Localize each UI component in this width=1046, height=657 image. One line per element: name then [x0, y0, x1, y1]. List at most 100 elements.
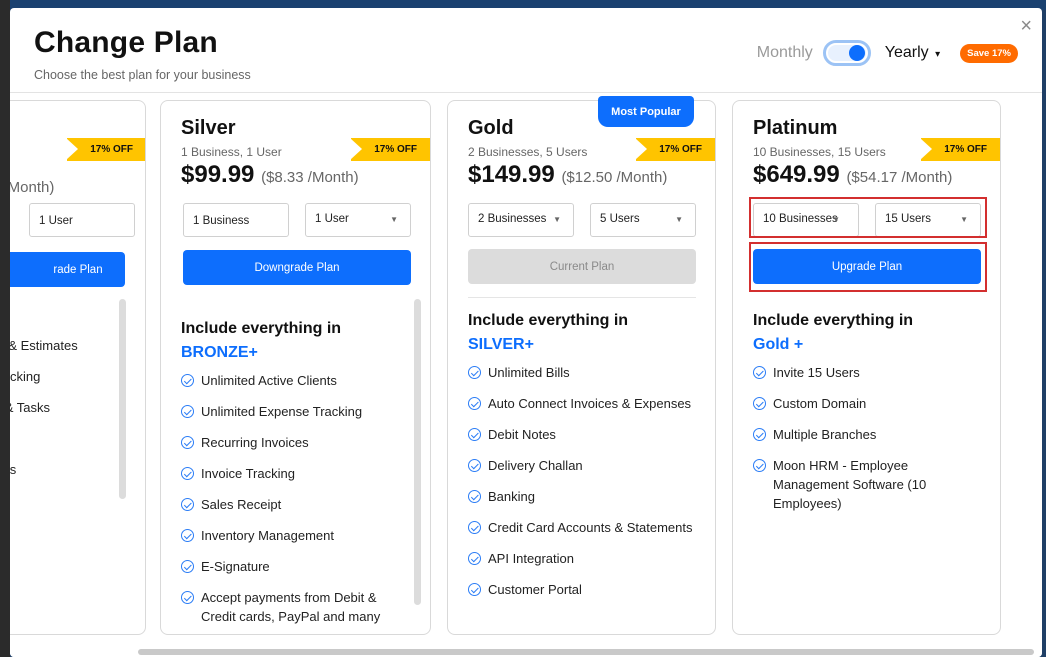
page-subtitle: Choose the best plan for your business	[34, 68, 251, 82]
chevron-down-icon: ▼	[675, 215, 683, 224]
check-circle-icon	[181, 560, 194, 573]
business-select-value: 1 Business	[193, 215, 250, 227]
feature-item: Unlimited Bills	[468, 363, 701, 382]
check-circle-icon	[181, 591, 194, 604]
plan-price-row: $149.99 ($12.50 /Month)	[468, 161, 667, 189]
plan-name: Silver	[181, 117, 236, 139]
plan-meta: 1 Business, 1 User	[181, 145, 282, 159]
horizontal-scrollbar[interactable]	[138, 649, 1034, 655]
feature-item: Recurring Invoices	[181, 433, 408, 452]
feature-label: Invoice Tracking	[201, 466, 295, 481]
check-circle-icon	[181, 436, 194, 449]
billing-toggle[interactable]	[822, 40, 871, 66]
check-circle-icon	[181, 529, 194, 542]
business-select[interactable]: 1 Business	[183, 203, 289, 237]
check-circle-icon	[753, 459, 766, 472]
feature-item: ts & Tasks	[10, 398, 115, 417]
yearly-label: Yearly	[884, 44, 929, 61]
user-select-value: 1 User	[315, 213, 349, 225]
check-circle-icon	[468, 552, 481, 565]
feature-item: es	[10, 429, 115, 448]
page-backdrop-left	[0, 0, 10, 657]
downgrade-plan-button[interactable]: Downgrade Plan	[183, 250, 411, 285]
feature-label: ders	[10, 462, 17, 477]
check-circle-icon	[753, 366, 766, 379]
check-circle-icon	[468, 397, 481, 410]
feature-item: Custom Domain	[753, 394, 986, 413]
check-circle-icon	[468, 583, 481, 596]
features-heading: Include everything in Gold +	[753, 309, 913, 357]
plan-name: Platinum	[753, 117, 838, 139]
feature-item: Multiple Branches	[753, 425, 986, 444]
upgrade-plan-button[interactable]: Upgrade Plan	[753, 249, 981, 284]
features-accent: SILVER+	[468, 336, 534, 353]
upgrade-plan-button[interactable]: rade Plan	[10, 252, 125, 287]
feature-label: Multiple Branches	[773, 427, 877, 442]
feature-label: Unlimited Bills	[488, 365, 570, 380]
feature-label: Debit Notes	[488, 427, 556, 442]
check-circle-icon	[753, 428, 766, 441]
feature-item: Sales Receipt	[181, 495, 408, 514]
chevron-down-icon: ▼	[960, 215, 968, 224]
feature-item: Auto Connect Invoices & Expenses	[468, 394, 701, 413]
scrollbar[interactable]	[414, 299, 421, 605]
discount-ribbon: 17% OFF	[66, 138, 145, 161]
feature-label: Banking	[488, 489, 535, 504]
yearly-dropdown[interactable]: Yearly ▾	[885, 44, 940, 62]
check-circle-icon	[468, 490, 481, 503]
user-select[interactable]: 15 Users ▼	[875, 203, 981, 237]
user-select[interactable]: 1 User ▼	[305, 203, 411, 237]
feature-item: Delivery Challan	[468, 456, 701, 475]
user-select[interactable]: 5 Users ▼	[590, 203, 696, 237]
check-circle-icon	[468, 366, 481, 379]
check-circle-icon	[181, 374, 194, 387]
user-select-value: 1 User	[39, 215, 73, 227]
feature-list: Invite 15 Users Custom Domain Multiple Bra…	[753, 363, 986, 525]
feature-item: Tracking	[10, 367, 115, 386]
feature-item: t	[10, 491, 115, 510]
feature-item: ders	[10, 460, 115, 479]
monthly-label[interactable]: Monthly	[757, 44, 813, 62]
feature-label: Delivery Challan	[488, 458, 583, 473]
user-select[interactable]: 1 User	[29, 203, 135, 237]
business-select-value: 10 Businesses	[763, 213, 838, 225]
business-select[interactable]: 2 Businesses ▼	[468, 203, 574, 237]
modal-header: Change Plan Choose the best plan for you…	[10, 8, 1042, 93]
features-heading-text: Include everything in	[468, 312, 629, 329]
feature-label: Credit Card Accounts & Statements	[488, 520, 693, 535]
check-circle-icon	[181, 467, 194, 480]
feature-label: ts & Tasks	[10, 400, 51, 415]
feature-label: API Integration	[488, 551, 574, 566]
current-plan-button: Current Plan	[468, 249, 696, 284]
feature-item: Invite 15 Users	[753, 363, 986, 382]
feature-label: Invite 15 Users	[773, 365, 860, 380]
feature-label: Custom Domain	[773, 396, 867, 411]
feature-item: Credit Card Accounts & Statements	[468, 518, 701, 537]
user-select-value: 5 Users	[600, 213, 640, 225]
check-circle-icon	[468, 459, 481, 472]
feature-label: Unlimited Active Clients	[201, 373, 337, 388]
feature-list: Unlimited Bills Auto Connect Invoices & E…	[468, 363, 701, 611]
plan-card-gold: Gold 2 Businesses, 5 Users 17% OFF $149.…	[447, 100, 716, 635]
scrollbar[interactable]	[119, 299, 126, 499]
features-heading-text: Include everything in	[181, 320, 342, 337]
check-circle-icon	[468, 521, 481, 534]
chevron-down-icon: ▼	[832, 215, 840, 224]
plan-meta: 10 Businesses, 15 Users	[753, 145, 886, 159]
feature-label: Auto Connect Invoices & Expenses	[488, 396, 692, 411]
price-per-month: 7 /Month)	[10, 179, 55, 196]
plan-name: Gold	[468, 117, 514, 139]
feature-label: Moon HRM - Employee Management Software …	[773, 458, 927, 511]
feature-item: API Integration	[468, 549, 701, 568]
feature-list: s es & Estimates Tracking ts & Tasks es ders t	[10, 305, 115, 522]
feature-label: Recurring Invoices	[201, 435, 309, 450]
features-heading: Include everything in SILVER+	[468, 309, 628, 357]
feature-item: E-Signature	[181, 557, 408, 576]
user-select-value: 15 Users	[885, 213, 932, 225]
feature-label: Inventory Management	[201, 528, 334, 543]
feature-label: es & Estimates	[10, 338, 78, 353]
feature-item: es & Estimates	[10, 336, 115, 355]
feature-item: Customer Portal	[468, 580, 701, 599]
feature-label: Sales Receipt	[201, 497, 282, 512]
business-select[interactable]: 10 Businesses ▼	[753, 203, 859, 237]
